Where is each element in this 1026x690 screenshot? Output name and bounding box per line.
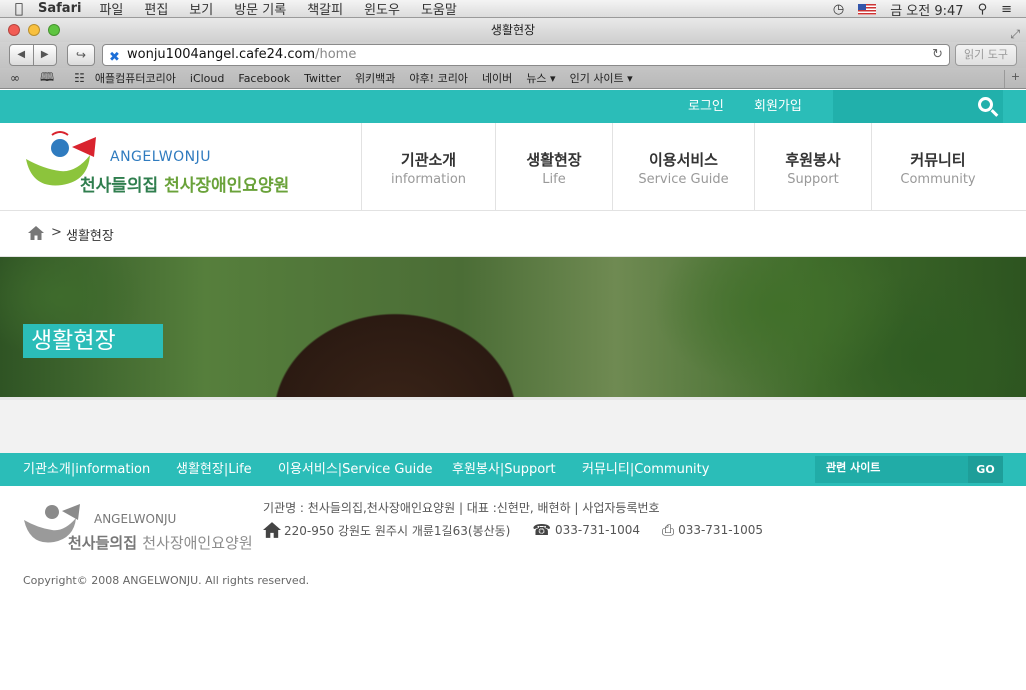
signup-link[interactable]: 회원가입 bbox=[754, 90, 802, 123]
site-favicon-icon: ✖ bbox=[109, 50, 120, 65]
window-title: 생활현장 bbox=[490, 23, 536, 37]
window-controls bbox=[8, 24, 60, 36]
breadcrumb-current: 생활현장 bbox=[66, 229, 114, 244]
browser-toolbar: ◀ ▶ ↪ ✖ wonju1004angel.cafe24.com/home ↻… bbox=[0, 42, 1026, 68]
reading-list-icon[interactable]: ∞ bbox=[10, 71, 20, 85]
menu-extras: ◷ 금 오전 9:47 ⚲ ≡ bbox=[833, 0, 1026, 19]
bookmark-item[interactable]: 야후! 코리아 bbox=[409, 70, 468, 86]
footer-fax: 033-731-1005 bbox=[678, 523, 764, 537]
fax-printer-icon: ⎙ bbox=[662, 521, 675, 539]
menu-clock[interactable]: 금 오전 9:47 bbox=[890, 0, 963, 19]
bookmark-item[interactable]: Twitter bbox=[304, 72, 341, 85]
nav-item-life[interactable]: 생활현장 Life bbox=[495, 123, 612, 211]
bookmark-item[interactable]: 애플컴퓨터코리아 bbox=[95, 70, 176, 86]
footer-contact: 220-950 강원도 원주시 개륜1길63(봉산동) ☎ 033-731-10… bbox=[263, 521, 763, 539]
menu-bookmarks[interactable]: 책갈피 bbox=[307, 0, 343, 18]
footer-nav-service[interactable]: 이용서비스|Service Guide bbox=[278, 453, 433, 486]
site-top-bar: 로그인 회원가입 bbox=[0, 90, 1026, 123]
apple-menu-icon[interactable]:  bbox=[0, 1, 38, 17]
related-sites-select[interactable]: 관련 사이트 bbox=[815, 456, 968, 483]
copyright: Copyright© 2008 ANGELWONJU. All rights r… bbox=[23, 574, 310, 587]
address-home-icon bbox=[263, 522, 281, 538]
footer-logo-korean: 천사들의집 천사장애인요양원 bbox=[68, 534, 253, 552]
back-button[interactable]: ◀ bbox=[10, 45, 34, 65]
nav-item-about[interactable]: 기관소개 information bbox=[361, 123, 495, 211]
content-area bbox=[0, 397, 1026, 453]
nav-item-community[interactable]: 커뮤니티 Community bbox=[871, 123, 1004, 211]
search-icon[interactable] bbox=[978, 97, 993, 112]
bookmark-item[interactable]: 네이버 bbox=[482, 70, 512, 86]
bookmark-item[interactable]: 위키백과 bbox=[355, 70, 395, 86]
menu-edit[interactable]: 편집 bbox=[144, 0, 168, 18]
footer-nav-about[interactable]: 기관소개|information bbox=[23, 453, 150, 486]
window-title-bar: 생활현장 ⤢ bbox=[0, 18, 1026, 42]
footer-address: 220-950 강원도 원주시 개륜1길63(봉산동) bbox=[284, 523, 511, 538]
phone-icon: ☎ bbox=[532, 521, 552, 539]
footer-nav-community[interactable]: 커뮤니티|Community bbox=[582, 453, 709, 486]
hero-banner: 생활현장 bbox=[0, 257, 1026, 397]
forward-button[interactable]: ▶ bbox=[34, 45, 57, 65]
site-search[interactable] bbox=[833, 90, 1003, 123]
menu-help[interactable]: 도움말 bbox=[421, 0, 457, 18]
address-bar[interactable]: ✖ wonju1004angel.cafe24.com/home ↻ bbox=[102, 44, 950, 66]
logo-english: ANGELWONJU bbox=[110, 149, 211, 165]
footer-logo-english: ANGELWONJU bbox=[94, 512, 177, 526]
bookmark-item[interactable]: Facebook bbox=[238, 72, 290, 85]
site-header: ANGELWONJU 천사들의집 천사장애인요양원 기관소개 informati… bbox=[0, 123, 1026, 211]
footer-logo: ANGELWONJU 천사들의집 천사장애인요양원 bbox=[22, 498, 253, 558]
menu-file[interactable]: 파일 bbox=[99, 0, 123, 18]
bookmark-item[interactable]: 뉴스 ▾ bbox=[526, 70, 555, 86]
top-sites-grid-icon[interactable]: ☷ bbox=[74, 71, 85, 85]
bookmarks-book-icon[interactable]: 🕮 bbox=[40, 68, 54, 89]
add-tab-icon[interactable]: + bbox=[1004, 70, 1026, 88]
footer-nav-support[interactable]: 후원봉사|Support bbox=[452, 453, 556, 486]
share-button[interactable]: ↪ bbox=[67, 44, 95, 66]
bookmark-item[interactable]: 인기 사이트 ▾ bbox=[570, 70, 633, 86]
menu-window[interactable]: 윈도우 bbox=[364, 0, 400, 18]
nav-item-service[interactable]: 이용서비스 Service Guide bbox=[612, 123, 754, 211]
go-button[interactable]: GO bbox=[968, 456, 1003, 483]
footer-nav: 기관소개|information 생활현장|Life 이용서비스|Service… bbox=[0, 453, 1026, 486]
login-link[interactable]: 로그인 bbox=[688, 90, 724, 123]
home-icon[interactable] bbox=[28, 226, 44, 240]
footer-phone: 033-731-1004 bbox=[555, 523, 641, 537]
site-logo[interactable]: ANGELWONJU 천사들의집 천사장애인요양원 bbox=[22, 129, 292, 205]
app-menu[interactable]: Safari bbox=[38, 1, 81, 16]
bookmark-item[interactable]: iCloud bbox=[190, 72, 224, 85]
main-nav: 기관소개 information 생활현장 Life 이용서비스 Service… bbox=[361, 123, 1004, 211]
spotlight-icon[interactable]: ⚲ bbox=[978, 2, 988, 17]
breadcrumb-separator: > bbox=[51, 225, 62, 240]
url-host: wonju1004angel.cafe24.com bbox=[127, 47, 316, 62]
close-window-button[interactable] bbox=[8, 24, 20, 36]
site-footer: ANGELWONJU 천사들의집 천사장애인요양원 기관명 : 천사들의집,천사… bbox=[0, 486, 1026, 690]
reload-icon[interactable]: ↻ bbox=[932, 45, 943, 65]
bookmarks-bar: ∞ 🕮 ☷ 애플컴퓨터코리아 iCloud Facebook Twitter 위… bbox=[0, 68, 1026, 89]
hero-title: 생활현장 bbox=[23, 324, 163, 358]
menu-history[interactable]: 방문 기록 bbox=[234, 0, 286, 18]
footer-org-info: 기관명 : 천사들의집,천사장애인요양원 | 대표 :신현만, 배현하 | 사업… bbox=[263, 501, 660, 515]
zoom-window-button[interactable] bbox=[48, 24, 60, 36]
web-page: 로그인 회원가입 ANGELWONJU 천사들의집 천사장애인요양원 기관소개 … bbox=[0, 90, 1026, 690]
minimize-window-button[interactable] bbox=[28, 24, 40, 36]
url-path: /home bbox=[315, 47, 357, 62]
footer-nav-life[interactable]: 생활현장|Life bbox=[176, 453, 252, 486]
mac-menu-bar:  Safari 파일 편집 보기 방문 기록 책갈피 윈도우 도움말 ◷ 금 … bbox=[0, 0, 1026, 19]
logo-korean: 천사들의집 천사장애인요양원 bbox=[80, 176, 290, 196]
time-machine-icon[interactable]: ◷ bbox=[833, 2, 844, 17]
menu-view[interactable]: 보기 bbox=[189, 0, 213, 18]
back-forward-buttons: ◀ ▶ bbox=[9, 44, 57, 66]
breadcrumb: > 생활현장 bbox=[0, 211, 1026, 257]
input-source-flag-icon[interactable] bbox=[858, 3, 877, 15]
nav-item-support[interactable]: 후원봉사 Support bbox=[754, 123, 871, 211]
notification-center-icon[interactable]: ≡ bbox=[1001, 2, 1012, 17]
reader-button[interactable]: 읽기 도구 bbox=[955, 44, 1017, 66]
